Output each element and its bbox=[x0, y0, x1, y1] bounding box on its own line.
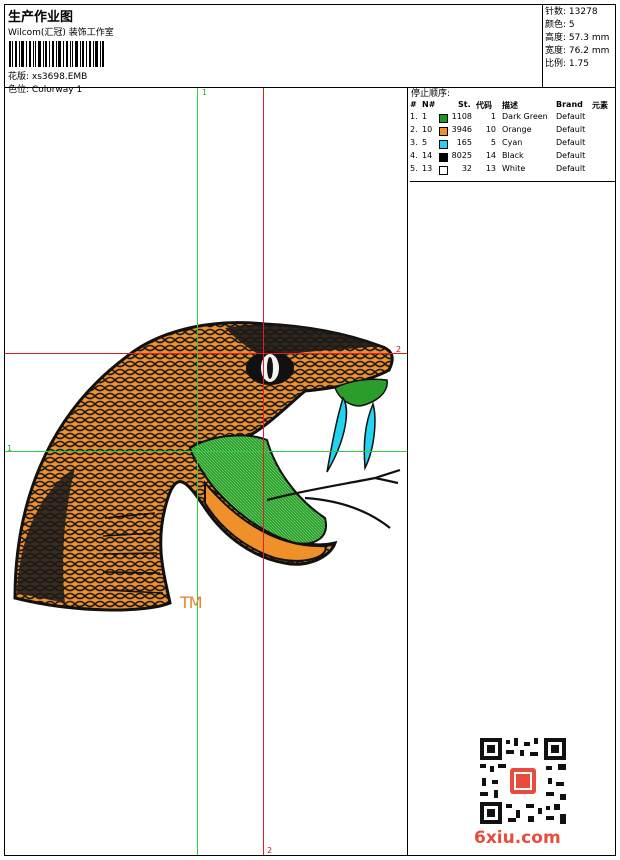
stop-sequence-row: 1. 1 1108 1 Dark Green Default bbox=[410, 112, 615, 125]
spec-value: 13278 bbox=[568, 7, 598, 17]
spec-height: 高度: 57.3 mm bbox=[545, 32, 615, 45]
spec-label: 高度: bbox=[545, 33, 567, 43]
spec-scale: 比例: 1.75 bbox=[545, 58, 615, 71]
row-brand: Default bbox=[556, 112, 586, 121]
stop-sequence-row: 2. 10 3946 10 Orange Default bbox=[410, 125, 615, 138]
row-stitches: 1108 bbox=[451, 112, 472, 121]
thread-color-swatch bbox=[439, 166, 448, 175]
stop-sequence-divider bbox=[410, 181, 616, 182]
row-code: 10 bbox=[485, 125, 496, 134]
row-brand: Default bbox=[556, 138, 586, 147]
col-stitches: St. bbox=[458, 100, 471, 109]
row-needle: 1 bbox=[422, 112, 428, 121]
row-code: 5 bbox=[490, 138, 496, 147]
row-index: 4. bbox=[410, 151, 418, 160]
stop-sequence-row: 3. 5 165 5 Cyan Default bbox=[410, 138, 615, 151]
stop-sequence-title: 停止顺序: bbox=[411, 89, 451, 99]
site-watermark: 6xiu.com bbox=[474, 828, 561, 848]
design-file-label: 花版: bbox=[8, 72, 30, 82]
thread-color-swatch bbox=[439, 153, 448, 162]
row-description: Cyan bbox=[502, 138, 523, 147]
row-stitches: 8025 bbox=[451, 151, 472, 160]
row-stitches: 165 bbox=[456, 138, 472, 147]
spec-stitches: 针数: 13278 bbox=[545, 6, 615, 19]
thread-color-swatch bbox=[439, 140, 448, 149]
row-index: 3. bbox=[410, 138, 418, 147]
red-h-marker: 2 bbox=[396, 345, 402, 354]
thread-color-swatch bbox=[439, 114, 448, 123]
col-brand: Brand bbox=[556, 100, 583, 109]
col-element: 元素 bbox=[592, 101, 608, 110]
stop-sequence-header: # N# St. 代码 描述 Brand 元素 bbox=[410, 100, 615, 112]
col-index: # bbox=[410, 100, 417, 109]
row-brand: Default bbox=[556, 151, 586, 160]
red-v-marker-bottom: 2 bbox=[267, 846, 273, 855]
spec-colors: 颜色: 5 bbox=[545, 19, 615, 32]
row-code: 1 bbox=[490, 112, 496, 121]
red-center-line-horizontal bbox=[5, 353, 407, 354]
row-description: Dark Green bbox=[502, 112, 548, 121]
row-needle: 13 bbox=[422, 164, 433, 173]
spec-width: 宽度: 76.2 mm bbox=[545, 45, 615, 58]
row-brand: Default bbox=[556, 164, 586, 173]
row-needle: 14 bbox=[422, 151, 433, 160]
row-needle: 10 bbox=[422, 125, 433, 134]
design-file-row: 花版: xs3698.EMB bbox=[8, 69, 87, 82]
trademark-mark: TM bbox=[180, 593, 203, 612]
spec-list: 针数: 13278 颜色: 5 高度: 57.3 mm 宽度: 76.2 mm … bbox=[545, 6, 615, 71]
spec-value: 76.2 mm bbox=[568, 46, 610, 56]
row-brand: Default bbox=[556, 125, 586, 134]
green-h-marker: 1 bbox=[7, 444, 13, 453]
row-code: 13 bbox=[485, 164, 496, 173]
barcode-image bbox=[9, 41, 104, 67]
row-description: Black bbox=[502, 151, 524, 160]
design-preview: 1 1 2 2 TM bbox=[5, 88, 408, 855]
page-title: 生产作业图 bbox=[8, 10, 74, 25]
col-description: 描述 bbox=[502, 101, 518, 110]
snake-head-embroidery bbox=[13, 321, 401, 612]
row-index: 2. bbox=[410, 125, 418, 134]
spec-label: 宽度: bbox=[545, 46, 567, 56]
spec-value: 5 bbox=[568, 20, 575, 30]
studio-name: Wilcom(汇冠) 装饰工作室 bbox=[8, 28, 114, 38]
qr-code-image bbox=[480, 738, 566, 824]
spec-value: 57.3 mm bbox=[568, 33, 610, 43]
row-description: White bbox=[502, 164, 526, 173]
stop-sequence-row: 5. 13 32 13 White Default bbox=[410, 164, 615, 177]
stop-sequence-panel: 停止顺序: # N# St. 代码 描述 Brand 元素 1. 1 1108 1 Da… bbox=[410, 88, 615, 177]
spec-value: 1.75 bbox=[568, 59, 589, 69]
row-stitches: 32 bbox=[461, 164, 472, 173]
header-panel: 生产作业图 Wilcom(汇冠) 装饰工作室 花版: xs3698.EMB 色位… bbox=[5, 5, 543, 95]
row-index: 1. bbox=[410, 112, 418, 121]
row-description: Orange bbox=[502, 125, 532, 134]
stop-sequence-row: 4. 14 8025 14 Black Default bbox=[410, 151, 615, 164]
green-center-line-horizontal bbox=[5, 451, 407, 452]
green-v-marker-top: 1 bbox=[202, 88, 208, 97]
thread-color-swatch bbox=[439, 127, 448, 136]
design-file-value: xs3698.EMB bbox=[31, 72, 88, 82]
row-needle: 5 bbox=[422, 138, 428, 147]
green-center-line-vertical bbox=[197, 88, 198, 855]
row-index: 5. bbox=[410, 164, 418, 173]
row-code: 14 bbox=[485, 151, 496, 160]
red-center-line-vertical bbox=[263, 88, 264, 855]
spec-label: 针数: bbox=[545, 7, 567, 17]
col-code: 代码 bbox=[476, 101, 492, 110]
spec-label: 比例: bbox=[545, 59, 567, 69]
col-needle: N# bbox=[422, 100, 436, 109]
spec-label: 颜色: bbox=[545, 20, 567, 30]
row-stitches: 3946 bbox=[451, 125, 472, 134]
